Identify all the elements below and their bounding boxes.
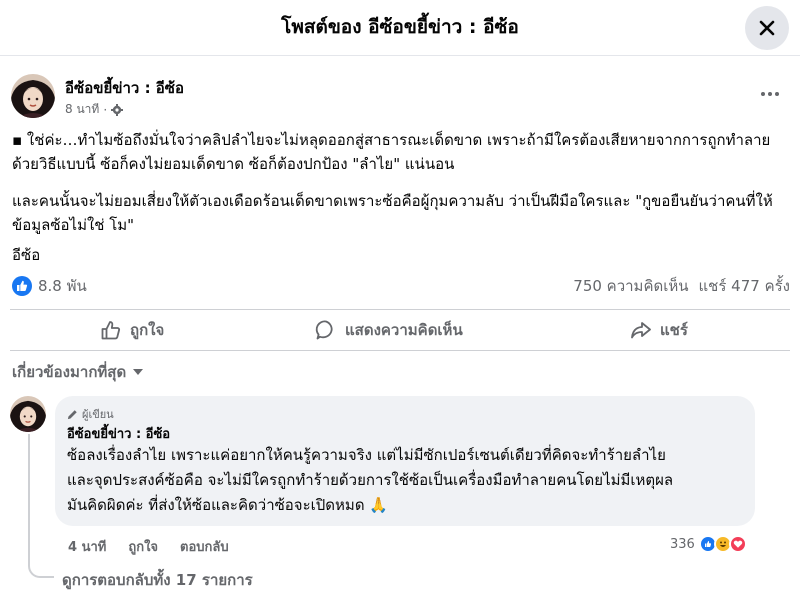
post-action-bar: ถูกใจ แสดงความคิดเห็น แชร์ [10, 309, 790, 351]
post-paragraph-1: ▪ ใช่ค่ะ…ทำไมซ้อถึงมั่นใจว่าคลิปลำไยจะไม… [12, 131, 771, 173]
caret-down-icon [133, 369, 144, 375]
love-reaction-icon [728, 535, 747, 553]
likes-summary[interactable]: 8.8 พัน [12, 274, 87, 298]
pencil-icon [67, 409, 77, 419]
reaction-summary: 8.8 พัน 750 ความคิดเห็น แชร์ 477 ครั้ง [12, 274, 790, 296]
likes-count: 8.8 พัน [38, 277, 87, 295]
reply-thread-line [28, 434, 54, 578]
comment-actions: 4 นาที ถูกใจ ตอบกลับ [68, 536, 229, 557]
author-avatar[interactable] [11, 74, 55, 118]
share-arrow-icon [631, 322, 651, 339]
post-meta: 8 นาที · [65, 100, 124, 119]
post-signature: อีซ้อ [12, 246, 41, 264]
commenter-avatar[interactable] [10, 396, 46, 432]
author-badge: ผู้เขียน [67, 405, 114, 423]
meta-separator: · [103, 102, 108, 117]
thumbs-up-icon [101, 321, 121, 340]
comment-bubble: ผู้เขียน อีซ้อขยี้ข่าว : อีซ้อ ซ้อลงเรื่… [55, 396, 755, 526]
comment-label: แสดงความคิดเห็น [345, 321, 463, 339]
comment-line-1: ซ้อลงเรื่องลำไย เพราะแค่อยากให้คนรู้ความ… [67, 446, 666, 464]
comment-reactions[interactable]: 336 [670, 535, 747, 553]
comment-reaction-count: 336 [670, 536, 695, 552]
sort-label: เกี่ยวข้องมากที่สุด [12, 363, 127, 381]
comment-like-button[interactable]: ถูกใจ [128, 536, 158, 557]
shares-count[interactable]: แชร์ 477 ครั้ง [699, 274, 791, 298]
more-options-button[interactable] [755, 82, 785, 106]
comment-time[interactable]: 4 นาที [68, 536, 106, 557]
dialog-header: โพสต์ของ อีซ้อขยี้ข่าว : อีซ้อ [0, 0, 800, 56]
post-paragraph-2: และคนนั้นจะไม่ยอมเสี่ยงให้ตัวเองเดือดร้อ… [12, 192, 773, 234]
comment-text: ซ้อลงเรื่องลำไย เพราะแค่อยากให้คนรู้ความ… [67, 443, 747, 518]
like-reaction-icon [12, 276, 32, 296]
comment-button[interactable]: แสดงความคิดเห็น [315, 315, 463, 345]
gear-icon[interactable] [111, 103, 124, 116]
dialog-title: โพสต์ของ อีซ้อขยี้ข่าว : อีซ้อ [281, 16, 519, 38]
post-time[interactable]: 8 นาที [65, 100, 99, 119]
author-badge-label: ผู้เขียน [82, 408, 114, 421]
comment-sort-dropdown[interactable]: เกี่ยวข้องมากที่สุด [12, 360, 144, 384]
more-dots-icon [761, 92, 779, 96]
comment-reply-button[interactable]: ตอบกลับ [180, 536, 229, 557]
close-icon [759, 20, 775, 36]
comment-bubble-icon [315, 320, 333, 340]
view-replies-link[interactable]: ดูการตอบกลับทั้ง 17 รายการ [62, 568, 253, 591]
comment-line-3: มันคิดผิดค่ะ ที่ส่งให้ซ้อและคิดว่าซ้อจะเ… [67, 496, 388, 514]
comment-author-name[interactable]: อีซ้อขยี้ข่าว : อีซ้อ [67, 423, 170, 444]
close-button[interactable] [745, 6, 789, 50]
post-author-name[interactable]: อีซ้อขยี้ข่าว : อีซ้อ [65, 76, 184, 100]
like-label: ถูกใจ [130, 321, 165, 339]
post-stats: 750 ความคิดเห็น แชร์ 477 ครั้ง [573, 274, 790, 298]
comment-line-2: และจุดประสงค์ซ้อคือ จะไม่มีใครถูกทำร้ายด… [67, 471, 674, 489]
share-label: แชร์ [660, 321, 688, 339]
share-button[interactable]: แชร์ [630, 315, 688, 345]
like-button[interactable]: ถูกใจ [100, 315, 164, 345]
comments-count[interactable]: 750 ความคิดเห็น [573, 274, 688, 298]
